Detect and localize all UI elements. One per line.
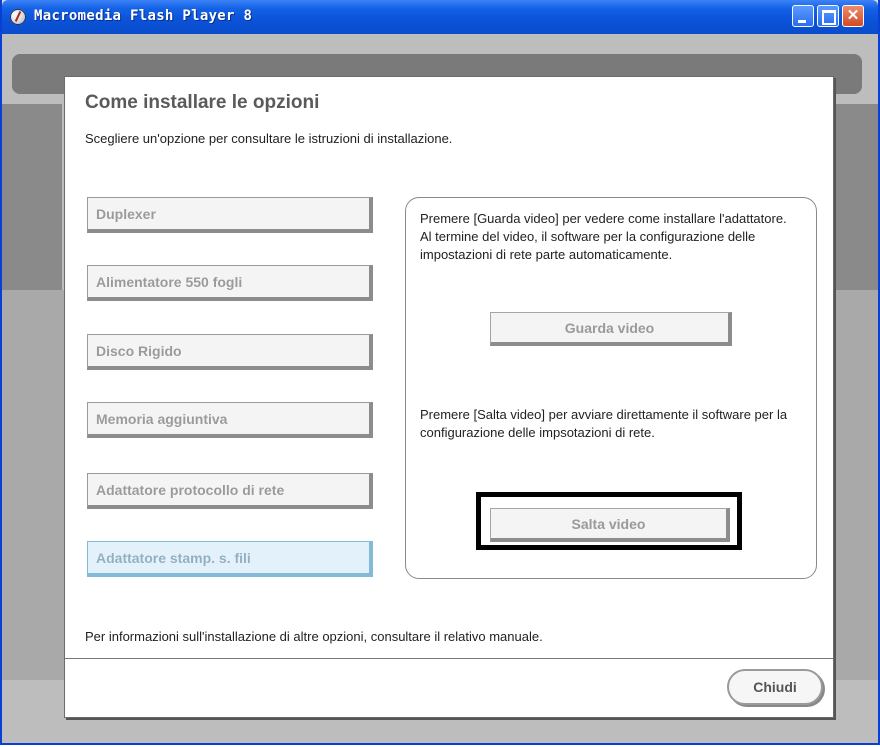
install-options-dialog: Come installare le opzioni Scegliere un'… — [64, 76, 834, 718]
background-panel-right — [832, 104, 878, 294]
maximize-button[interactable] — [817, 5, 839, 27]
option-hard-disk-button[interactable]: Disco Rigido — [87, 334, 373, 370]
option-additional-memory-button[interactable]: Memoria aggiuntiva — [87, 402, 373, 438]
dialog-subtitle: Scegliere un'opzione per consultare le i… — [85, 131, 453, 146]
background-panel-left — [2, 104, 62, 294]
minimize-button[interactable] — [792, 5, 814, 27]
app-window: Macromedia Flash Player 8 ✕ Come install… — [0, 0, 880, 745]
title-bar[interactable]: Macromedia Flash Player 8 ✕ — [2, 0, 878, 34]
option-550-sheet-feeder-button[interactable]: Alimentatore 550 fogli — [87, 265, 373, 301]
close-icon: ✕ — [846, 7, 860, 24]
window-title: Macromedia Flash Player 8 — [34, 8, 253, 24]
skip-video-button[interactable]: Salta video — [490, 508, 730, 542]
dialog-title: Come installare le opzioni — [85, 92, 320, 113]
video-info-panel: Premere [Guarda video] per vedere come i… — [405, 197, 817, 579]
footer-note: Per informazioni sull'installazione di a… — [85, 629, 543, 644]
option-network-adapter-button[interactable]: Adattatore protocollo di rete — [87, 473, 373, 509]
option-wireless-adapter-button[interactable]: Adattatore stamp. s. fili — [87, 541, 373, 577]
flash-player-icon — [10, 9, 26, 25]
close-button[interactable]: Chiudi — [727, 669, 823, 705]
footer-divider — [65, 658, 833, 659]
watch-video-button[interactable]: Guarda video — [490, 312, 732, 346]
close-window-button[interactable]: ✕ — [842, 5, 864, 27]
watch-video-instructions: Premere [Guarda video] per vedere come i… — [420, 211, 787, 262]
skip-video-instructions: Premere [Salta video] per avviare dirett… — [420, 407, 788, 440]
option-duplexer-button[interactable]: Duplexer — [87, 197, 373, 233]
